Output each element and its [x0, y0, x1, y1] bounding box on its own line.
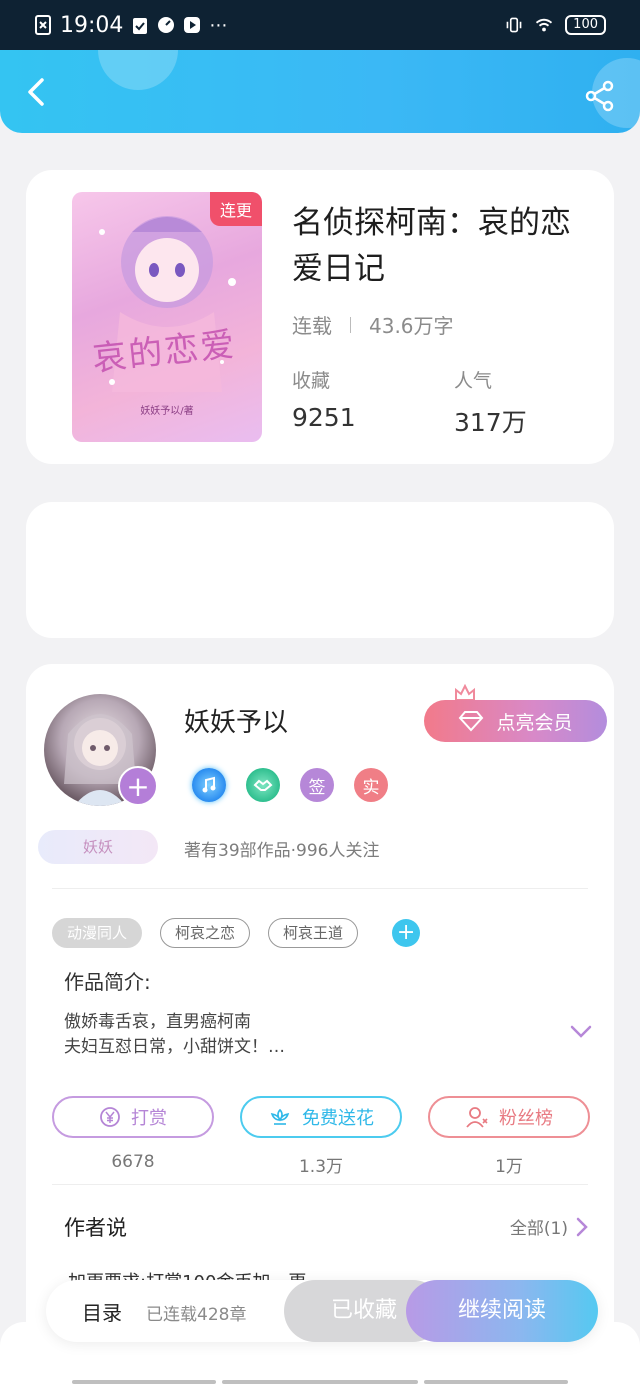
yen-coin-icon [100, 1107, 120, 1127]
decor-bubble [98, 50, 178, 90]
book-info-card: 哀的恋爱 妖妖予以/著 连更 名侦探柯南：哀的恋爱日记 连载 43.6万字 收藏… [26, 170, 614, 464]
wifi-icon [535, 16, 553, 34]
chapter-count: 已连载428章 [146, 1305, 247, 1325]
tag-item[interactable]: 动漫同人 [52, 918, 143, 948]
more-dots-icon: ⋯ [209, 14, 228, 36]
add-tag-button[interactable]: + [392, 919, 421, 947]
book-meta: 连载 43.6万字 [292, 310, 454, 339]
fans-rank-button[interactable]: 粉丝榜 [428, 1096, 590, 1138]
tag-item[interactable]: 柯哀王道 [268, 918, 359, 948]
tip-label: 打赏 [131, 1108, 167, 1129]
author-name[interactable]: 妖妖予以 [184, 702, 288, 739]
works-info: 著有39部作品·996人关注 [184, 841, 380, 861]
update-badge: 连更 [209, 192, 262, 226]
back-button[interactable] [22, 76, 54, 108]
popularity-value: 317万 [454, 408, 527, 437]
music-badge-icon[interactable] [192, 768, 226, 802]
action-row: 打赏 6678 免费送花 1.3万 粉丝榜 1万 [52, 1096, 590, 1177]
book-word-count: 43.6万字 [369, 314, 454, 338]
cover-author-text: 妖妖予以/著 [140, 406, 194, 417]
nav-hint-bar [72, 1380, 216, 1384]
send-flower-button[interactable]: 免费送花 [240, 1096, 402, 1138]
handshake-badge-icon[interactable] [246, 768, 280, 802]
divider [52, 888, 588, 889]
tag-item[interactable]: 柯哀之恋 [160, 918, 251, 948]
play-store-icon [183, 16, 201, 34]
follow-add-button[interactable]: + [118, 766, 158, 806]
header-bar [0, 50, 640, 133]
toc-button[interactable]: 目录 [82, 1297, 122, 1326]
view-all-link[interactable]: 全部(1) [510, 1214, 588, 1239]
popularity-label: 人气 [454, 370, 493, 392]
collect-label: 收藏 [292, 370, 331, 392]
book-title: 名侦探柯南：哀的恋爱日记 [292, 205, 571, 287]
placeholder-card [26, 502, 614, 638]
book-status: 连载 [292, 314, 332, 338]
share-button[interactable] [584, 80, 616, 112]
sim-x-icon [34, 15, 52, 35]
share-icon [585, 80, 614, 112]
vip-button[interactable]: 点亮会员 [424, 700, 607, 742]
intro-text: 傲娇毒舌哀，直男癌柯南 夫妇互怼日常，小甜饼文！… [64, 1010, 285, 1060]
vibrate-icon [505, 16, 523, 34]
tip-button[interactable]: 打赏 [52, 1096, 214, 1138]
author-badges: 签 实 [192, 768, 388, 802]
flower-icon [270, 1108, 290, 1125]
author-says-title: 作者说 [64, 1216, 127, 1240]
signed-badge[interactable]: 签 [300, 768, 334, 802]
diamond-icon [459, 711, 484, 732]
popularity-stat: 人气 317万 [454, 366, 527, 439]
tag-list: 动漫同人 柯哀之恋 柯哀王道 + [52, 918, 421, 948]
gauge-icon [157, 16, 175, 34]
nav-hint-bar [424, 1380, 568, 1384]
vip-label: 点亮会员 [496, 711, 573, 734]
status-time: 19:04 [60, 12, 124, 38]
continue-reading-button[interactable]: 继续阅读 [406, 1280, 598, 1342]
chevron-left-icon [28, 78, 44, 106]
book-cover[interactable]: 哀的恋爱 妖妖予以/著 连更 [72, 192, 262, 442]
meta-divider [350, 316, 351, 333]
flower-label: 免费送花 [302, 1108, 374, 1129]
fans-label: 粉丝榜 [499, 1108, 553, 1129]
clipboard-icon [131, 16, 149, 34]
flower-count: 1.3万 [298, 1157, 344, 1177]
chevron-down-icon [570, 1025, 592, 1038]
intro-label: 作品简介: [64, 970, 151, 994]
collect-value: 9251 [292, 403, 356, 432]
fan-user-icon [466, 1107, 488, 1128]
chevron-right-icon [576, 1217, 588, 1236]
nav-hint-bar [222, 1380, 418, 1384]
status-bar: 19:04 ⋯ 100 [0, 0, 640, 50]
tip-action: 打赏 6678 [52, 1096, 214, 1177]
author-card: + 妖妖予以 点亮会员 签 实 妖妖 著有39部作品·996人关注 动漫同人 柯… [26, 664, 614, 1387]
verified-badge[interactable]: 实 [354, 768, 388, 802]
intro-line: 傲娇毒舌哀，直男癌柯南 [64, 1012, 251, 1032]
bottom-action-bar: 目录 已连载428章 已收藏 继续阅读 [46, 1280, 598, 1342]
all-label: 全部(1) [509, 1219, 568, 1239]
tip-count: 6678 [111, 1152, 155, 1172]
fans-action: 粉丝榜 1万 [428, 1096, 590, 1177]
fans-count: 1万 [495, 1157, 523, 1177]
flower-action: 免费送花 1.3万 [240, 1096, 402, 1177]
collect-stat: 收藏 9251 [292, 366, 356, 432]
nickname-tag: 妖妖 [38, 830, 158, 864]
expand-intro-button[interactable] [570, 1024, 592, 1043]
divider [52, 1184, 588, 1185]
intro-line: 夫妇互怼日常，小甜饼文！… [64, 1037, 285, 1057]
battery-indicator: 100 [565, 15, 606, 35]
